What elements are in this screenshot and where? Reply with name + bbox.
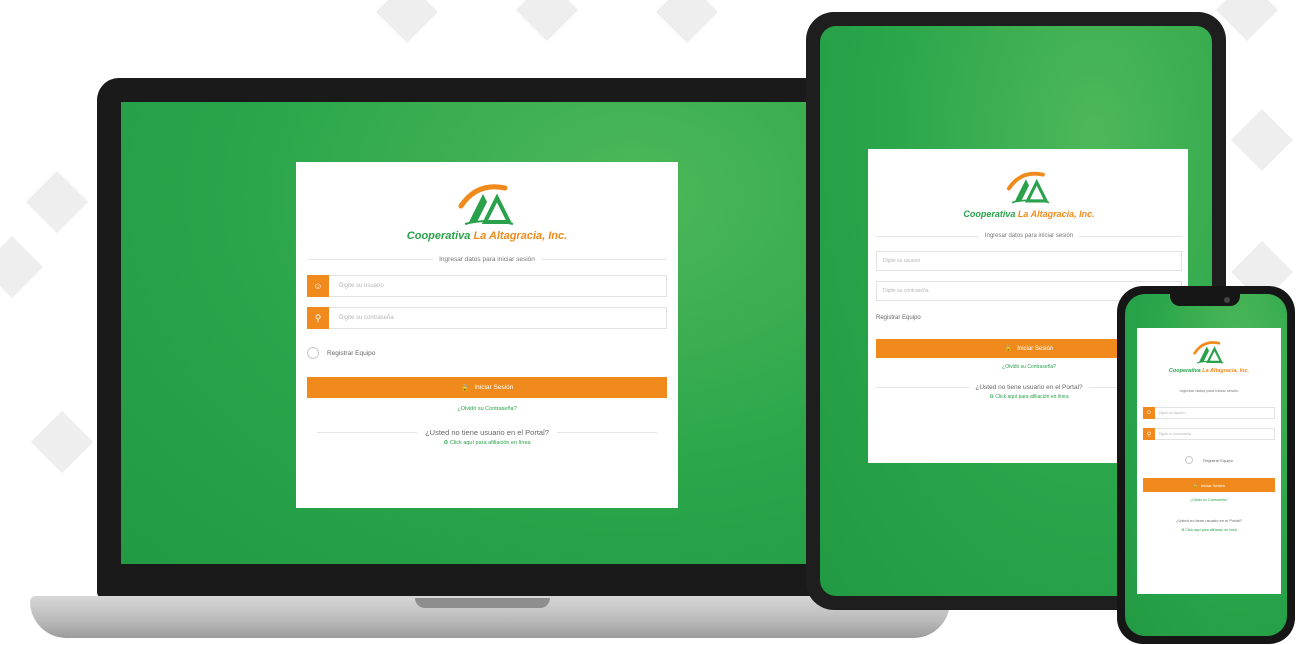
key-icon: ⚲	[1143, 428, 1155, 440]
login-card: Cooperativa La Altagracia, Inc. Ingresar…	[296, 162, 678, 508]
laptop-screen: Cooperativa La Altagracia, Inc. Ingresar…	[121, 102, 851, 564]
link-icon: ♻	[989, 394, 994, 400]
cooperativa-logo-icon	[1006, 171, 1050, 204]
login-button-label: Iniciar Sesión	[474, 384, 514, 391]
lock-icon: 🔒	[1004, 346, 1013, 352]
phone-screen: Cooperativa La Altagracia, Inc. Ingresar…	[1125, 294, 1287, 636]
register-device-label: Registrar Equipo	[1203, 457, 1233, 463]
laptop-trackpad-notch	[415, 598, 550, 608]
phone-camera	[1224, 297, 1230, 303]
password-input[interactable]: Digite su contraseña	[329, 307, 667, 329]
brand-name: Cooperativa La Altagracia, Inc.	[876, 209, 1182, 219]
register-device-row[interactable]: Registrar Equipo	[1143, 456, 1275, 464]
login-subtitle: Ingresar datos para iniciar sesión	[876, 233, 1182, 239]
login-subtitle: Ingresar datos para iniciar sesión	[307, 256, 667, 263]
link-icon: ♻	[443, 440, 449, 446]
affiliate-link[interactable]: ♻ Click aquí para afiliación en línea	[1143, 528, 1275, 532]
cooperativa-logo-icon	[458, 184, 514, 225]
username-field[interactable]: ☺ Digite su usuario	[1143, 407, 1275, 419]
login-button-label: Iniciar Sesión	[1200, 482, 1225, 488]
username-input[interactable]: Digite su usuario	[876, 251, 1182, 271]
forgot-password-link[interactable]: ¿Olvidó su Contraseña?	[307, 406, 667, 412]
password-input[interactable]: Digite su contraseña	[1155, 428, 1275, 440]
register-device-checkbox[interactable]	[307, 347, 319, 359]
brand-name-highlight: La Altagracia, Inc.	[1017, 209, 1095, 219]
logo	[447, 176, 527, 232]
login-subtitle-text: Ingresar datos para iniciar sesión	[984, 233, 1074, 239]
affiliate-link[interactable]: ♻ Click aquí para afiliación en línea	[307, 440, 667, 446]
username-input[interactable]: Digite su usuario	[329, 275, 667, 297]
login-button[interactable]: 🔒 Iniciar Sesión	[1143, 478, 1275, 492]
login-button-label: Iniciar Sesión	[1017, 345, 1054, 352]
key-icon: ⚲	[307, 307, 329, 329]
affiliate-link-text: Click aquí para afiliación en línea	[1185, 528, 1237, 532]
lock-icon: 🔒	[460, 384, 470, 392]
brand-name: Cooperativa La Altagracia, Inc.	[1143, 368, 1275, 374]
logo	[998, 165, 1060, 209]
no-user-prompt-text: ¿Usted no tiene usuario en el Portal?	[975, 384, 1083, 391]
login-subtitle-text: Ingresar datos para iniciar sesión	[439, 256, 535, 263]
affiliate-link-text: Click aquí para afiliación en línea	[449, 440, 531, 446]
brand-name-highlight: La Altagracia, Inc.	[1202, 368, 1250, 374]
cooperativa-logo-icon	[1193, 341, 1224, 364]
user-icon: ☺	[1143, 407, 1155, 419]
user-icon: ☺	[307, 275, 329, 297]
brand-name-prefix: Cooperativa	[963, 209, 1018, 219]
register-device-row[interactable]: Registrar Equipo	[307, 347, 667, 359]
register-device-label: Registrar Equipo	[327, 349, 376, 357]
username-field[interactable]: Digite su usuario	[876, 251, 1182, 271]
no-user-prompt-text: ¿Usted no tiene usuario en el Portal?	[425, 428, 549, 437]
login-card: Cooperativa La Altagracia, Inc. Ingresar…	[1137, 328, 1281, 594]
username-field[interactable]: ☺ Digite su usuario	[307, 275, 667, 297]
no-user-prompt: ¿Usted no tiene usuario en el Portal?	[317, 428, 657, 437]
password-field[interactable]: ⚲ Digite su contraseña	[307, 307, 667, 329]
logo	[1187, 336, 1231, 368]
username-input[interactable]: Digite su usuario	[1155, 407, 1275, 419]
register-device-label: Registrar Equipo	[876, 315, 921, 321]
forgot-password-link[interactable]: ¿Olvidó su Contraseña?	[1143, 498, 1275, 502]
no-user-prompt: ¿Usted no tiene usuario en el Portal?	[1175, 518, 1243, 523]
lock-icon: 🔒	[1193, 482, 1198, 488]
affiliate-link-text: Click aquí para afiliación en línea	[995, 394, 1069, 400]
login-button[interactable]: 🔒 Iniciar Sesión	[307, 377, 667, 398]
login-subtitle: Ingresar datos para iniciar sesión	[1179, 388, 1239, 393]
brand-name-prefix: Cooperativa	[1168, 368, 1203, 374]
link-icon: ♻	[1181, 528, 1185, 532]
register-device-checkbox[interactable]	[1185, 456, 1194, 464]
password-field[interactable]: ⚲ Digite su contraseña	[1143, 428, 1275, 440]
